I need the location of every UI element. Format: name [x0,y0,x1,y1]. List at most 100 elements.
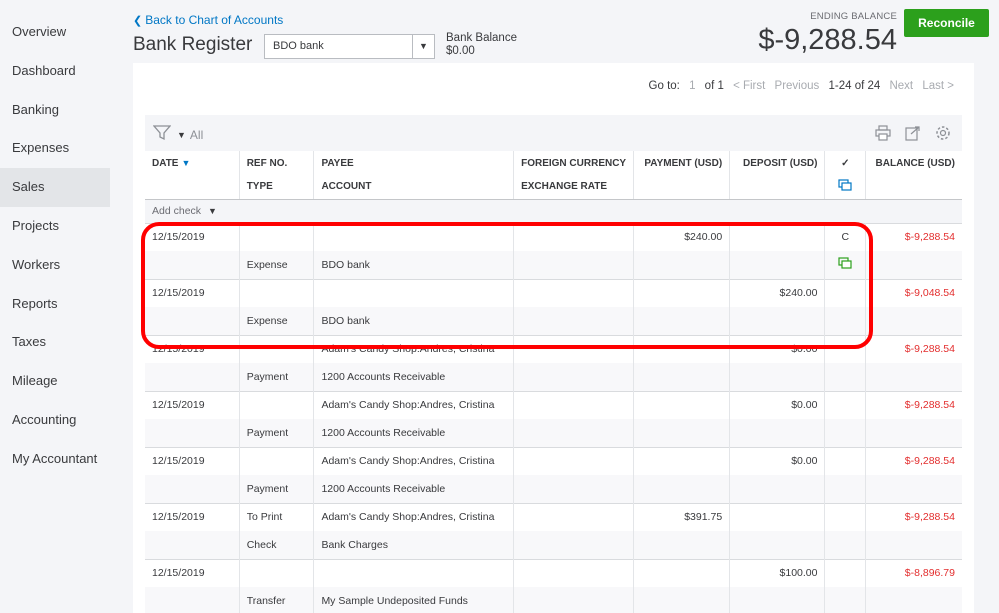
nav-item-expenses[interactable]: Expenses [0,129,110,168]
table-row[interactable]: 12/15/2019 $240.00 $-9,048.54 [145,278,962,307]
row-empty [824,531,867,559]
row-balance: $-9,288.54 [865,390,962,419]
row-ref-no [239,390,315,419]
row-reconcile-status[interactable] [824,502,867,531]
nav-item-mileage[interactable]: Mileage [0,362,110,401]
row-date: 12/15/2019 [145,558,240,587]
table-row[interactable]: 12/15/2019 To Print Adam's Candy Shop:An… [145,502,962,531]
account-dropdown-value: BDO bank [273,40,324,52]
table-row-detail[interactable]: Payment 1200 Accounts Receivable [145,363,962,391]
row-foreign-currency [513,334,635,363]
row-payment [633,558,731,587]
row-type: Payment [239,475,315,503]
next-page-link[interactable]: Next [889,80,913,92]
column-header-empty [865,175,962,200]
last-page-link[interactable]: Last > [922,80,954,92]
column-header-payee: PAYEE [313,151,515,175]
table-row-detail[interactable]: Payment 1200 Accounts Receivable [145,419,962,447]
row-exchange-rate [513,251,635,279]
table-row-detail[interactable]: Check Bank Charges [145,531,962,559]
row-payee: Adam's Candy Shop:Andres, Cristina [313,390,515,419]
row-empty [824,475,867,503]
bank-balance: Bank Balance $0.00 [446,32,517,58]
print-icon[interactable] [874,124,892,142]
sort-caret-icon: ▼ [181,157,191,168]
row-balance: $-8,896.79 [865,558,962,587]
pagination: Go to: 1 of 1 < First Previous 1-24 of 2… [643,80,954,92]
row-empty [865,587,962,613]
nav-item-projects[interactable]: Projects [0,207,110,246]
row-empty [145,307,240,335]
table-row-detail[interactable]: Transfer My Sample Undeposited Funds [145,587,962,613]
row-date: 12/15/2019 [145,390,240,419]
row-ref-no [239,558,315,587]
row-foreign-currency [513,502,635,531]
nav-item-dashboard[interactable]: Dashboard [0,52,110,91]
attachment-icon[interactable] [824,251,867,279]
row-reconcile-status[interactable] [824,334,867,363]
nav-item-my-accountant[interactable]: My Accountant [0,440,110,479]
table-row[interactable]: 12/15/2019 Adam's Candy Shop:Andres, Cri… [145,334,962,363]
row-reconcile-status[interactable] [824,278,867,307]
row-exchange-rate [513,475,635,503]
row-foreign-currency [513,390,635,419]
nav-item-reports[interactable]: Reports [0,285,110,324]
export-icon[interactable] [904,124,922,142]
row-date: 12/15/2019 [145,222,240,251]
table-row-detail[interactable]: Payment 1200 Accounts Receivable [145,475,962,503]
row-reconcile-status[interactable] [824,558,867,587]
register-toolbar: ▼ All [145,115,962,151]
row-empty [145,363,240,391]
row-date: 12/15/2019 [145,334,240,363]
row-deposit [729,502,826,531]
register-panel: Go to: 1 of 1 < First Previous 1-24 of 2… [133,63,974,613]
filter-button[interactable]: ▼ All [152,125,203,144]
table-row[interactable]: 12/15/2019 Adam's Candy Shop:Andres, Cri… [145,446,962,475]
nav-item-banking[interactable]: Banking [0,91,110,130]
row-empty [633,363,731,391]
table-row[interactable]: 12/15/2019 Adam's Candy Shop:Andres, Cri… [145,390,962,419]
row-reconcile-status[interactable] [824,446,867,475]
back-to-chart-of-accounts-link[interactable]: ❮ Back to Chart of Accounts [133,13,283,27]
nav-item-accounting[interactable]: Accounting [0,401,110,440]
nav-item-taxes[interactable]: Taxes [0,323,110,362]
row-ref-no [239,278,315,307]
row-deposit [729,222,826,251]
settings-gear-icon[interactable] [934,124,952,142]
nav-item-workers[interactable]: Workers [0,246,110,285]
row-empty [729,475,826,503]
row-reconcile-status[interactable]: C [824,222,867,251]
header-attachment-icon[interactable] [824,175,867,200]
table-row[interactable]: 12/15/2019 $100.00 $-8,896.79 [145,558,962,587]
page-number-input[interactable]: 1 [689,80,695,92]
goto-label: Go to: [648,80,680,92]
caret-down-icon[interactable]: ▼ [412,35,434,58]
row-account: Bank Charges [313,531,515,559]
column-header-date[interactable]: DATE ▼ [145,151,240,175]
table-row[interactable]: 12/15/2019 $240.00 C $-9,288.54 [145,222,962,251]
previous-page-link[interactable]: Previous [775,80,820,92]
add-check-dropdown[interactable]: Add check ▼ [145,199,962,223]
row-empty [633,419,731,447]
page-title: Bank Register [133,34,253,55]
row-exchange-rate [513,419,635,447]
row-empty [145,419,240,447]
column-header-deposit: DEPOSIT (USD) [729,151,826,175]
row-account: BDO bank [313,307,515,335]
row-empty [729,531,826,559]
column-header-balance: BALANCE (USD) [865,151,962,175]
row-empty [729,587,826,613]
nav-item-sales[interactable]: Sales [0,168,110,207]
row-account: 1200 Accounts Receivable [313,475,515,503]
row-reconcile-status[interactable] [824,390,867,419]
row-deposit: $0.00 [729,446,826,475]
table-row-detail[interactable]: Expense BDO bank [145,251,962,279]
account-dropdown[interactable]: BDO bank ▼ [264,34,435,59]
row-empty [865,363,962,391]
reconcile-button[interactable]: Reconcile [904,9,989,37]
first-page-link[interactable]: < First [733,80,765,92]
row-empty [865,475,962,503]
table-row-detail[interactable]: Expense BDO bank [145,307,962,335]
nav-item-overview[interactable]: Overview [0,13,110,52]
row-exchange-rate [513,587,635,613]
